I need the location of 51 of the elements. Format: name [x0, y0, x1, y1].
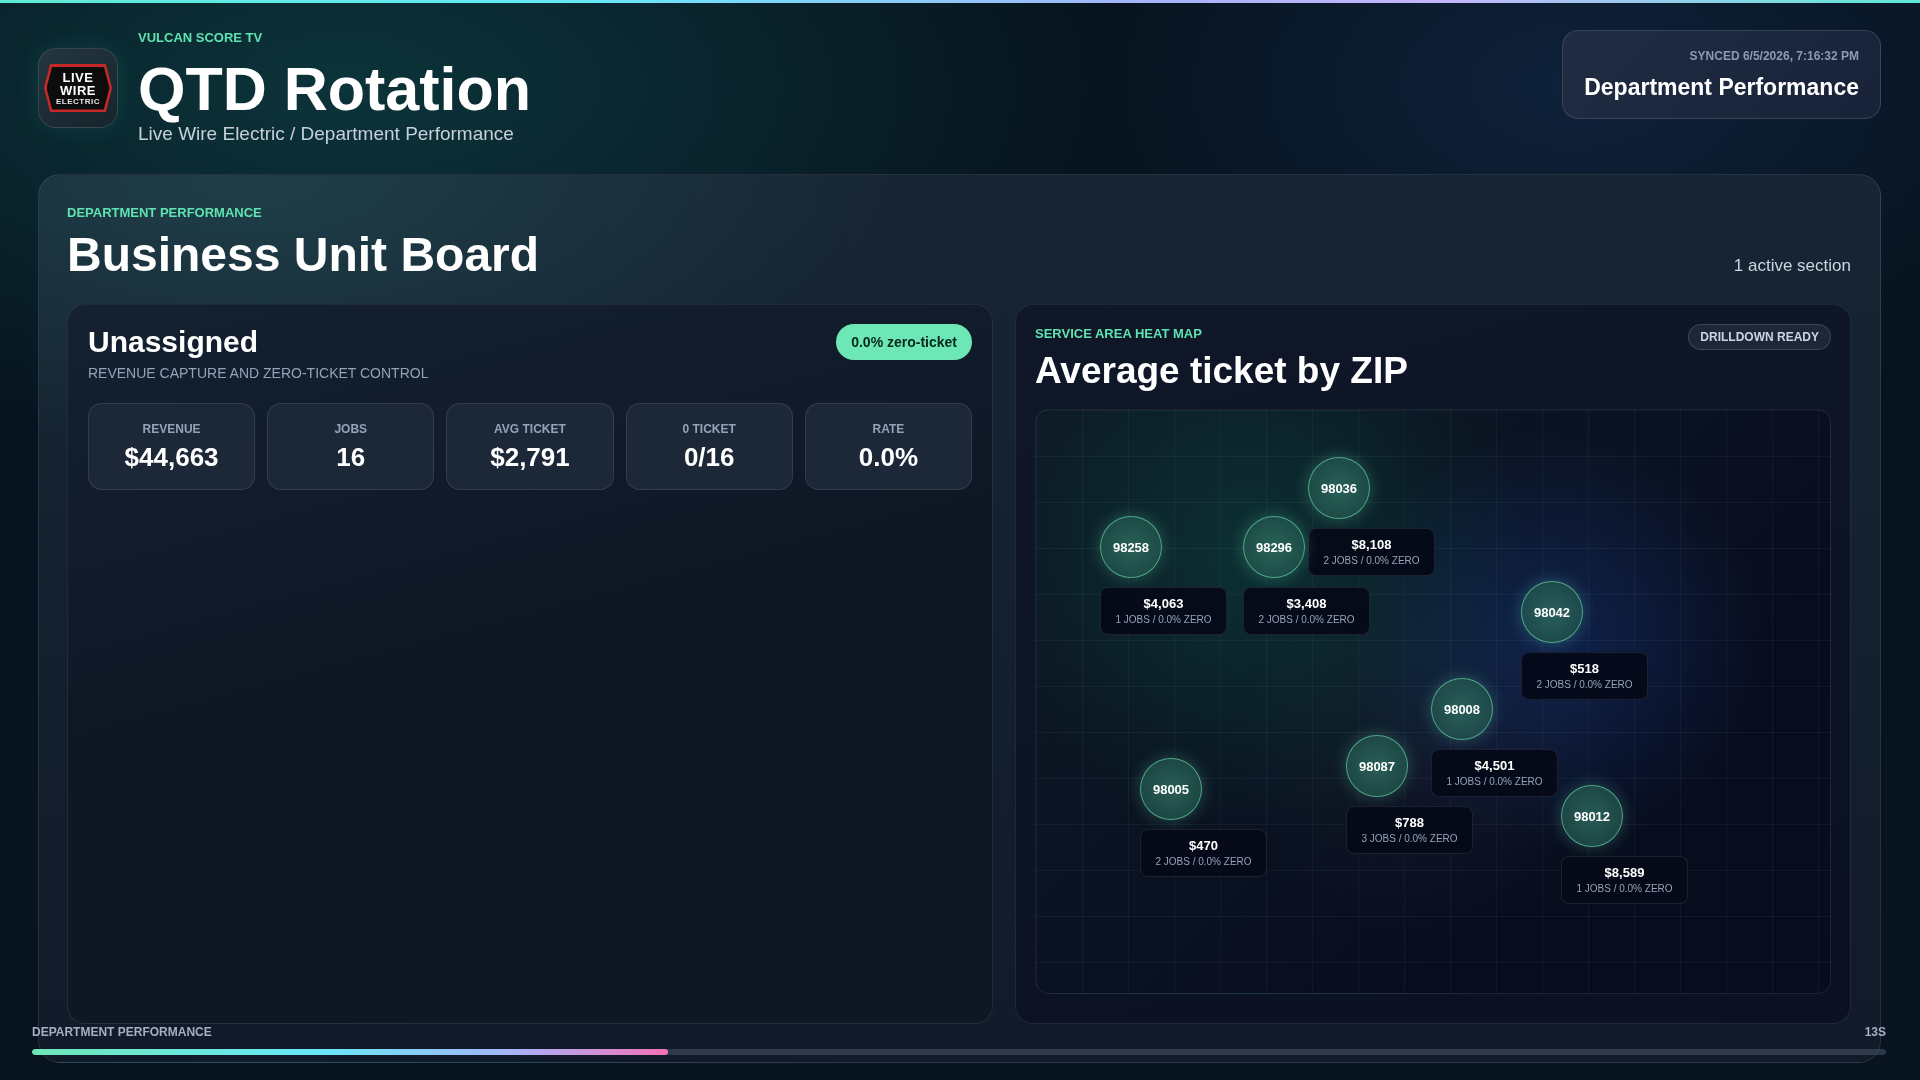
zip-marker[interactable]: 98042 [1521, 581, 1583, 643]
status-pill: DRILLDOWN READY [1688, 324, 1831, 350]
zip-marker[interactable]: 98258 [1100, 516, 1162, 578]
map-title: Average ticket by ZIP [1035, 350, 1408, 392]
board-title: Business Unit Board [67, 228, 540, 282]
ticket-amount: $4,501 [1474, 758, 1515, 774]
jobs-summary: 3 JOBS / 0.0% ZERO [1361, 832, 1458, 845]
zip-marker[interactable]: 98012 [1561, 785, 1623, 847]
stat-label: AVG TICKET [494, 421, 566, 436]
ticket-amount: $8,108 [1351, 537, 1392, 553]
zip-marker[interactable]: 98036 [1308, 457, 1370, 519]
jobs-summary: 1 JOBS / 0.0% ZERO [1446, 775, 1543, 788]
stat-value: 0/16 [683, 441, 735, 472]
zip-marker[interactable]: 98087 [1346, 735, 1408, 797]
page-subtitle: Live Wire Electric / Department Performance [138, 123, 515, 145]
zip-marker[interactable]: 98005 [1140, 758, 1202, 820]
jobs-summary: 2 JOBS / 0.0% ZERO [1536, 678, 1633, 691]
stat-label: JOBS [334, 421, 368, 436]
ticket-amount: $8,589 [1604, 865, 1645, 881]
app-name: VULCAN SCORE TV [138, 30, 264, 46]
zip-marker[interactable]: 98296 [1243, 516, 1305, 578]
ticket-amount: $788 [1395, 815, 1424, 831]
unit-subtitle: REVENUE CAPTURE AND ZERO-TICKET CONTROL [88, 364, 429, 382]
zip-marker[interactable]: 98008 [1431, 678, 1493, 740]
jobs-summary: 1 JOBS / 0.0% ZERO [1576, 882, 1673, 895]
brand-logo: LIVE WIRE ELECTRIC [38, 48, 118, 128]
page-title: QTD Rotation [138, 56, 532, 122]
dashboard-name: Department Performance [1584, 73, 1859, 101]
ticket-amount: $4,063 [1143, 596, 1184, 612]
stat-label: REVENUE [142, 421, 201, 436]
rotation-label: DEPARTMENT PERFORMANCE [32, 1025, 212, 1039]
jobs-summary: 1 JOBS / 0.0% ZERO [1115, 613, 1212, 626]
ticket-amount: $470 [1189, 838, 1218, 854]
stat-value: 16 [336, 441, 366, 472]
unit-title: Unassigned [88, 324, 260, 360]
jobs-summary: 2 JOBS / 0.0% ZERO [1258, 613, 1355, 626]
sync-timestamp: SYNCED 6/5/2026, 7:16:32 PM [1688, 49, 1859, 63]
zero-ticket-badge: 0.0% zero-ticket [836, 324, 972, 360]
section-eyebrow: DEPARTMENT PERFORMANCE [67, 205, 263, 221]
stat-value: 0.0% [858, 441, 918, 472]
stat-value: $44,663 [124, 441, 219, 472]
jobs-summary: 2 JOBS / 0.0% ZERO [1323, 554, 1420, 567]
ticket-amount: $518 [1570, 661, 1599, 677]
stat-value: $2,791 [490, 441, 570, 472]
section-count: 1 active section [1733, 256, 1851, 276]
section-eyebrow: SERVICE AREA HEAT MAP [1035, 326, 1203, 342]
stat-label: 0 TICKET [682, 421, 736, 436]
jobs-summary: 2 JOBS / 0.0% ZERO [1155, 855, 1252, 868]
ticket-amount: $3,408 [1286, 596, 1327, 612]
countdown-timer: 13S [1864, 1025, 1886, 1039]
stat-label: RATE [872, 421, 905, 436]
